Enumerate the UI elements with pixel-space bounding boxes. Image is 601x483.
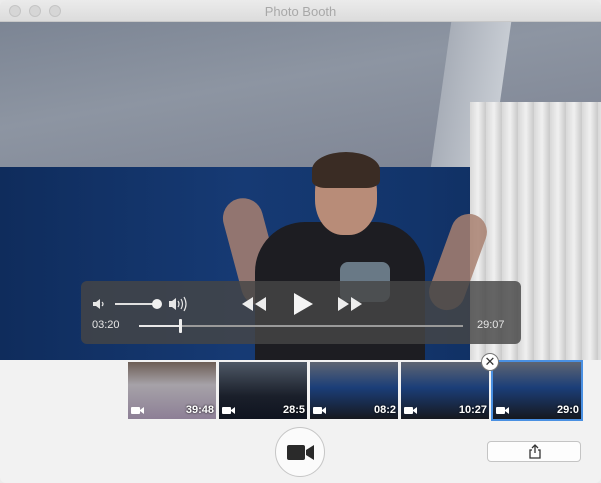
share-icon — [529, 444, 541, 459]
play-icon[interactable] — [292, 292, 314, 316]
video-camera-icon — [287, 445, 314, 460]
total-time: 29:07 — [477, 319, 505, 331]
thumbnail-duration: 28:5 — [282, 404, 305, 416]
volume-slider-knob[interactable] — [152, 299, 162, 309]
person-hair — [312, 152, 380, 188]
record-video-button[interactable] — [275, 427, 325, 477]
thumbnail-item[interactable]: 10:27 — [401, 362, 489, 419]
scrubber-track[interactable] — [139, 319, 463, 333]
thumbnail-item-selected[interactable]: 29:0 — [491, 360, 583, 421]
volume-slider[interactable] — [115, 303, 155, 305]
rewind-icon[interactable] — [241, 295, 267, 313]
thumbnail-strip: 39:48 28:5 08:2 10:27 29:0 — [0, 360, 601, 421]
close-icon[interactable]: ✕ — [481, 353, 499, 371]
thumbnail-duration: 29:0 — [556, 404, 579, 416]
thumbnail-item[interactable]: 28:5 — [219, 362, 307, 419]
speaker-high-icon[interactable] — [168, 296, 190, 312]
thumbnail-item[interactable]: 39:48 — [128, 362, 216, 419]
current-time: 03:20 — [92, 319, 120, 331]
window-title: Photo Booth — [264, 4, 337, 19]
speaker-low-icon[interactable] — [92, 297, 106, 311]
thumbnail-item[interactable]: 08:2 — [310, 362, 398, 419]
thumbnail-duration: 39:48 — [185, 404, 214, 416]
video-camera-icon — [496, 407, 509, 414]
thumbnail-duration: 08:2 — [373, 404, 396, 416]
title-bar: Photo Booth — [0, 0, 601, 22]
photo-booth-window: Photo Booth 03:20 29:07 39:48 28:5 08:2 … — [0, 0, 601, 483]
video-camera-icon — [313, 407, 326, 414]
share-button[interactable] — [487, 441, 581, 462]
video-camera-icon — [131, 407, 144, 414]
fast-forward-icon[interactable] — [337, 295, 363, 313]
video-camera-icon — [222, 407, 235, 414]
thumbnail-duration: 10:27 — [458, 404, 487, 416]
playback-controls: 03:20 29:07 — [81, 281, 521, 344]
video-camera-icon — [404, 407, 417, 414]
scrubber-handle[interactable] — [178, 319, 182, 333]
scrubber-progress — [139, 325, 180, 327]
